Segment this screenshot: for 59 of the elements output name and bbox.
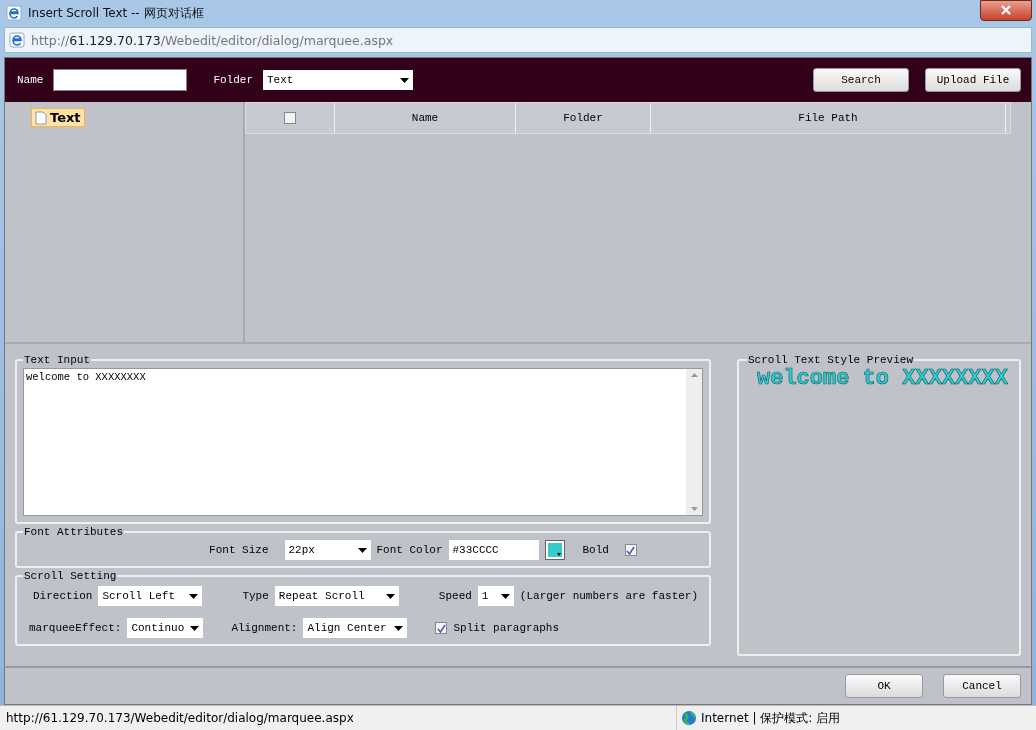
alignment-select[interactable]: Align Center: [303, 618, 408, 638]
effect-select[interactable]: Continuo: [127, 618, 204, 638]
field-label: Speed: [438, 590, 472, 602]
direction-select[interactable]: Scroll Left: [98, 586, 203, 606]
split-paragraphs-checkbox[interactable]: [435, 622, 448, 634]
scroll-down-icon[interactable]: [690, 507, 698, 511]
name-input-field[interactable]: [53, 69, 188, 91]
page-icon: [9, 32, 25, 48]
browser-icon: [6, 5, 22, 21]
preview-text: welcome to XXXXXXXX: [756, 366, 1009, 391]
field-label: Folder: [213, 74, 253, 86]
status-url: http://61.129.70.173/Webedit/editor/dialog/marquee.aspx: [5, 711, 355, 725]
close-icon: [1000, 5, 1012, 15]
ok-button[interactable]: OK: [845, 674, 923, 698]
group-label: Scroll Setting: [23, 570, 118, 582]
bold-checkbox[interactable]: [624, 544, 637, 556]
field-label: marqueeEffect:: [29, 622, 122, 634]
group-label: Font Attributes: [23, 526, 125, 538]
checkbox-label: Split paragraphs: [453, 622, 560, 634]
caret-icon: [385, 593, 395, 599]
globe-icon: [681, 710, 697, 726]
caret-icon: [190, 625, 200, 631]
security-zone: Internet | 保护模式: 启用: [701, 709, 841, 727]
caret-icon: [394, 625, 404, 631]
cancel-button[interactable]: Cancel: [943, 674, 1021, 698]
close-button[interactable]: [980, 0, 1032, 21]
column-header: File Path: [798, 112, 858, 124]
field-label: Name: [17, 74, 44, 86]
search-button[interactable]: Search: [813, 68, 909, 92]
caret-icon: [400, 77, 409, 83]
color-picker-button[interactable]: [544, 540, 565, 560]
select-all-checkbox[interactable]: [284, 112, 296, 124]
folder-select[interactable]: Text: [263, 70, 413, 90]
caret-icon: [189, 593, 199, 599]
scroll-up-icon[interactable]: [690, 373, 698, 377]
field-label: Alignment:: [231, 622, 298, 634]
field-label: Font Color: [376, 544, 443, 556]
field-label: Direction: [33, 590, 93, 602]
group-label: Scroll Text Style Preview: [747, 354, 915, 366]
tree-item[interactable]: Text: [31, 108, 85, 127]
field-label: Font Size: [209, 544, 269, 556]
window-title: Insert Scroll Text -- 网页对话框: [28, 4, 205, 22]
field-label: Bold: [582, 544, 609, 556]
group-label: Text Input: [23, 354, 91, 366]
hint-text: (Larger numbers are faster): [519, 590, 699, 602]
caret-icon: [500, 593, 510, 599]
font-color-input-field[interactable]: #33CCCC: [448, 540, 539, 560]
column-header: Name: [411, 112, 439, 124]
text-input-field[interactable]: welcome to XXXXXXXX: [23, 368, 703, 516]
field-label: Type: [242, 590, 269, 602]
type-select[interactable]: Repeat Scroll: [274, 586, 399, 606]
caret-icon: [357, 547, 367, 553]
address-url: http://61.129.70.173/Webedit/editor/dialog/marquee.aspx: [31, 32, 394, 48]
upload-file-button[interactable]: Upload File: [925, 68, 1021, 92]
document-icon: [35, 110, 47, 125]
speed-select[interactable]: 1: [477, 586, 514, 606]
scrollbar[interactable]: [686, 369, 702, 515]
font-size-select[interactable]: 22px: [284, 540, 371, 560]
column-header: Folder: [563, 112, 603, 124]
